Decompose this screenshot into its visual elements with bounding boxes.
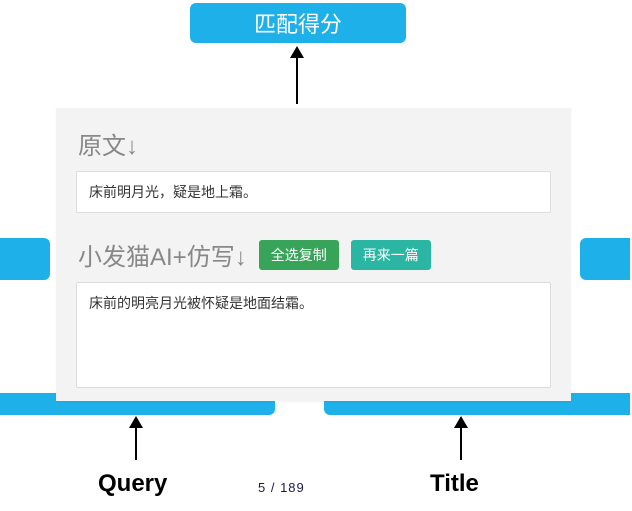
score-box-label: 匹配得分 (254, 7, 342, 39)
original-text: 床前明月光，疑是地上霜。 (89, 184, 257, 200)
rewrite-textarea[interactable]: 床前的明亮月光被怀疑是地面结霜。 (76, 282, 551, 388)
regenerate-button-label: 再来一篇 (363, 245, 419, 265)
diagram-block-right-upper (580, 238, 630, 280)
rewrite-label: 小发猫AI+仿写↓ (78, 237, 247, 272)
original-textarea[interactable]: 床前明月光，疑是地上霜。 (76, 171, 551, 213)
arrow-up-query-icon (135, 418, 137, 460)
query-label: Query (98, 470, 167, 498)
regenerate-button[interactable]: 再来一篇 (351, 240, 431, 270)
copy-all-button[interactable]: 全选复制 (259, 240, 339, 270)
title-label: Title (430, 470, 479, 498)
copy-all-button-label: 全选复制 (271, 245, 327, 265)
arrow-up-title-icon (460, 418, 462, 460)
arrow-up-icon (296, 48, 298, 104)
rewrite-text: 床前的明亮月光被怀疑是地面结霜。 (89, 295, 313, 311)
page-indicator: 5 / 189 (258, 480, 305, 495)
score-box: 匹配得分 (190, 3, 406, 43)
rewrite-section-title: 小发猫AI+仿写↓ 全选复制 再来一篇 (56, 219, 571, 282)
original-section-title: 原文↓ (56, 108, 571, 171)
rewrite-panel: 原文↓ 床前明月光，疑是地上霜。 小发猫AI+仿写↓ 全选复制 再来一篇 床前的… (56, 108, 571, 401)
original-label: 原文↓ (78, 126, 138, 161)
diagram-block-left-upper (0, 238, 50, 280)
